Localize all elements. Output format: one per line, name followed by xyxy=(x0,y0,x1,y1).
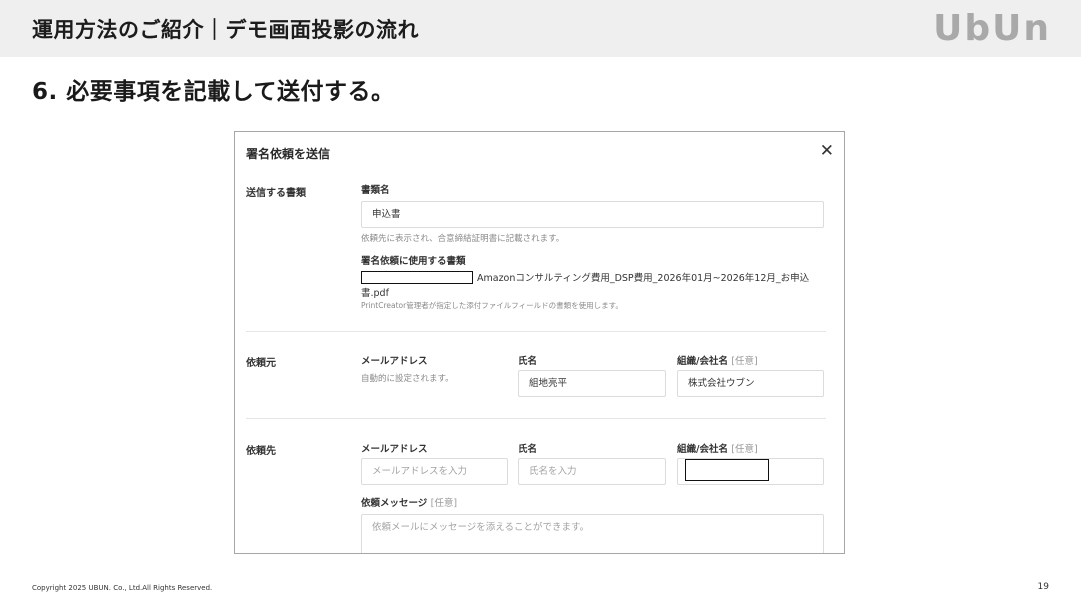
copyright: Copyright 2025 UBUN. Co., Ltd.All Rights… xyxy=(32,584,213,592)
doc-name-label: 書類名 xyxy=(361,185,390,196)
dialog-title: 署名依頼を送信 xyxy=(246,147,331,161)
recipient-section-label: 依頼先 xyxy=(246,446,276,457)
ubun-logo: UbUn xyxy=(933,8,1051,49)
sender-company-label: 組織/会社名 [任意] xyxy=(677,353,758,367)
recipient-email-label: メールアドレス xyxy=(361,444,428,455)
sender-company-input[interactable]: 株式会社ウブン xyxy=(677,370,824,397)
sender-company-label-text: 組織/会社名 xyxy=(677,356,728,367)
optional-tag: [任意] xyxy=(731,444,758,455)
documents-section-label: 送信する書類 xyxy=(246,188,306,199)
recipient-name-label: 氏名 xyxy=(518,444,538,455)
sender-email-hint: 自動的に設定されます。 xyxy=(361,374,454,384)
optional-tag: [任意] xyxy=(430,498,458,509)
message-label-text: 依頼メッセージ xyxy=(361,498,428,509)
recipient-name-input[interactable]: 氏名を入力 xyxy=(518,458,666,485)
step-title: 6. 必要事項を記載して送付する。 xyxy=(32,79,395,105)
file-hint: PrintCreator管理者が指定した添付ファイルフィールドの書類を使用します… xyxy=(361,301,623,310)
file-label: 署名依頼に使用する書類 xyxy=(361,256,466,267)
optional-tag: [任意] xyxy=(731,356,758,367)
recipient-company-label-text: 組織/会社名 xyxy=(677,444,728,455)
close-icon[interactable]: ✕ xyxy=(820,143,834,160)
sender-name-input[interactable]: 組地亮平 xyxy=(518,370,666,397)
divider xyxy=(246,331,826,332)
doc-name-input[interactable]: 申込書 xyxy=(361,201,824,228)
doc-name-hint: 依頼先に表示され、合意締結証明書に記載されます。 xyxy=(361,234,565,244)
slide-title: 運用方法のご紹介｜デモ画面投影の流れ xyxy=(32,18,419,42)
attached-file: Amazonコンサルティング費用_DSP費用_2026年01月~2026年12月… xyxy=(361,271,821,301)
message-textarea[interactable]: 依頼メールにメッセージを添えることができます。 xyxy=(361,514,824,553)
sender-section-label: 依頼元 xyxy=(246,358,276,369)
redacted-block xyxy=(361,271,473,284)
page-number: 19 xyxy=(1037,582,1049,592)
sender-email-label: メールアドレス xyxy=(361,356,428,367)
divider xyxy=(246,418,826,419)
message-label: 依頼メッセージ [任意] xyxy=(361,495,457,509)
redacted-block xyxy=(685,459,769,481)
slide-header: 運用方法のご紹介｜デモ画面投影の流れ UbUn xyxy=(0,0,1081,57)
sender-name-label: 氏名 xyxy=(518,356,538,367)
recipient-email-input[interactable]: メールアドレスを入力 xyxy=(361,458,508,485)
recipient-company-label: 組織/会社名 [任意] xyxy=(677,441,758,455)
send-signature-request-dialog: 署名依頼を送信 ✕ 送信する書類 書類名 申込書 依頼先に表示され、合意締結証明… xyxy=(234,131,845,554)
